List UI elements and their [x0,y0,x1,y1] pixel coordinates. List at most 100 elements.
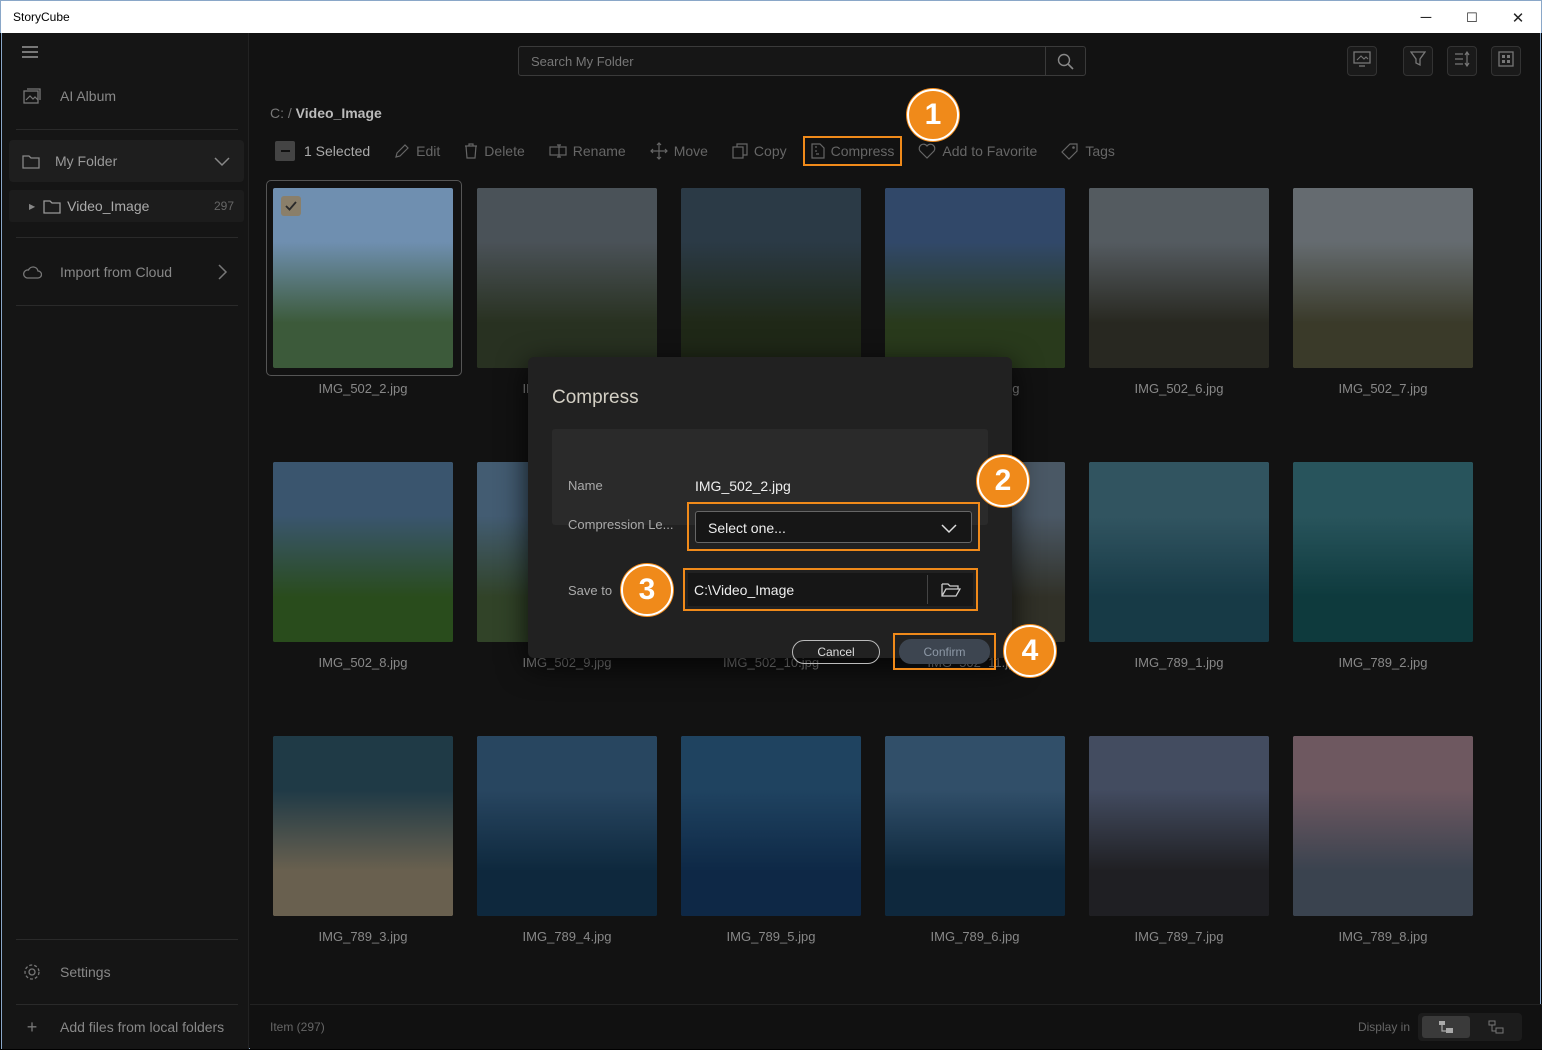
image-thumbnail[interactable] [273,188,453,368]
move-label: Move [673,143,708,159]
edit-button[interactable]: Edit [394,136,440,166]
filter-button[interactable] [1403,46,1433,76]
selected-count: 1 Selected [304,143,371,159]
compress-button[interactable]: Compress [802,136,903,166]
maximize-button[interactable]: ☐ [1449,1,1495,34]
divider [16,1004,238,1005]
search-icon[interactable] [1045,47,1085,75]
sidebar-label-my-folder: My Folder [55,153,118,169]
breadcrumb: C: / Video_Image [270,105,382,121]
selection-indicator[interactable]: 1 Selected [275,136,370,166]
save-to-label: Save to [568,583,613,598]
app-title: StoryCube [13,10,70,24]
sidebar-item-video-image[interactable]: ▶ Video_Image 297 [9,190,244,222]
chevron-right-icon [218,264,228,283]
filter-icon [1409,50,1427,72]
breadcrumb-current: Video_Image [295,105,382,121]
image-caption: IMG_502_8.jpg [318,655,408,670]
display-in-label: Display in [1357,1020,1410,1034]
sidebar-item-ai-album[interactable]: AI Album [16,79,238,113]
sidebar-label-ai-album: AI Album [60,88,117,104]
name-label: Name [568,478,603,493]
image-caption: IMG_502_7.jpg [1338,381,1428,396]
image-thumbnail[interactable] [681,188,861,368]
folder-open-icon [940,582,961,597]
sidebar-item-import-cloud[interactable]: Import from Cloud [16,255,238,289]
sidebar-item-settings[interactable]: Settings [16,955,238,989]
dialog-title: Compress [552,387,639,408]
image-thumbnail[interactable] [1293,736,1473,916]
sort-button[interactable] [1447,46,1477,76]
image-caption: IMG_789_2.jpg [1338,655,1428,670]
list-view-icon[interactable] [1488,1020,1504,1034]
search-placeholder: Search My Folder [531,54,634,69]
save-path-field[interactable]: C:\Video_Image [688,573,973,606]
image-caption: IMG_789_8.jpg [1338,929,1428,944]
image-thumbnail[interactable] [1293,462,1473,642]
divider [16,129,238,130]
favorite-label: Add to Favorite [942,143,1038,159]
image-thumbnail[interactable] [885,188,1065,368]
slideshow-button[interactable] [1347,46,1377,76]
image-caption: IMG_789_7.jpg [1134,929,1224,944]
tag-icon [1061,143,1078,160]
trash-icon [465,143,478,159]
sidebar-label-video-image: Video_Image [67,198,150,214]
move-icon [649,142,668,160]
compression-level-dropdown[interactable]: Select one... [695,511,972,543]
rename-label: Rename [572,143,626,159]
breadcrumb-root[interactable]: C: / [270,105,292,121]
cancel-button[interactable]: Cancel [792,640,880,664]
move-button[interactable]: Move [649,136,708,166]
minimize-button[interactable]: ─ [1403,1,1449,34]
image-thumbnail[interactable] [477,188,657,368]
close-button[interactable]: ✕ [1495,1,1541,34]
copy-button[interactable]: Copy [732,136,787,166]
step-badge-1: 1 [907,89,959,141]
chevron-down-icon[interactable] [214,154,230,170]
tags-button[interactable]: Tags [1061,136,1115,166]
action-bar: 1 Selected Edit Delete Rename Move Copy … [275,136,1139,166]
image-thumbnail[interactable] [477,736,657,916]
image-thumbnail[interactable] [1089,462,1269,642]
tree-view-icon [1439,1021,1453,1033]
hamburger-menu-icon[interactable] [22,46,38,58]
image-caption: IMG_789_1.jpg [1134,655,1224,670]
sidebar-label-settings: Settings [60,964,111,980]
grid-view-button[interactable] [1491,46,1521,76]
folder-icon [22,154,42,169]
step-badge-2: 2 [977,455,1029,507]
folder-count: 297 [213,199,234,213]
image-thumbnail[interactable] [273,462,453,642]
chevron-down-icon [941,521,957,539]
compress-dialog: Compress Name IMG_502_2.jpg Compression … [528,357,1012,670]
step-badge-3: 3 [621,564,673,616]
copy-label: Copy [753,143,787,159]
image-thumbnail[interactable] [1293,188,1473,368]
delete-button[interactable]: Delete [464,136,525,166]
browse-folder-button[interactable] [927,575,973,604]
checkbox-checked-icon[interactable] [281,196,301,216]
deselect-checkbox[interactable] [275,141,295,161]
display-toggle[interactable] [1418,1013,1522,1041]
search-bar[interactable]: Search My Folder [518,46,1086,76]
tags-label: Tags [1085,143,1115,159]
image-thumbnail[interactable] [273,736,453,916]
divider [16,237,238,238]
image-thumbnail[interactable] [681,736,861,916]
compression-level-label: Compression Le... [568,517,674,532]
add-local-folders-button[interactable]: + Add files from local folders [16,1010,238,1044]
image-thumbnail[interactable] [1089,188,1269,368]
display-tree-option[interactable] [1422,1016,1470,1038]
confirm-button[interactable]: Confirm [899,639,990,664]
compression-level-value: Select one... [708,520,786,536]
image-caption: IMG_502_2.jpg [318,381,408,396]
title-bar: StoryCube ─ ☐ ✕ [0,0,1542,33]
image-caption: IMG_789_4.jpg [522,929,612,944]
expand-arrow-icon[interactable]: ▶ [29,202,35,211]
sidebar-item-my-folder[interactable]: My Folder [9,140,244,182]
image-thumbnail[interactable] [1089,736,1269,916]
image-thumbnail[interactable] [885,736,1065,916]
rename-button[interactable]: Rename [549,136,626,166]
image-caption: IMG_789_3.jpg [318,929,408,944]
